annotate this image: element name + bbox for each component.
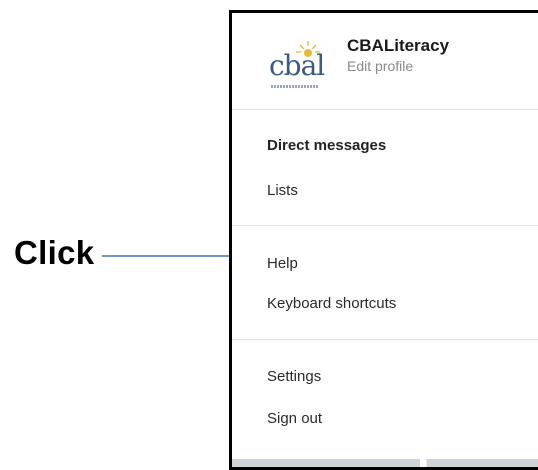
cbal-logo: cbal [269, 40, 341, 98]
menu-item-direct-messages[interactable]: Direct messages [267, 137, 386, 154]
background-strip [232, 459, 538, 467]
user-dropdown-menu: cbal CBALiteracy Edit profile Direct mes… [229, 10, 538, 470]
annotation-arrow-icon [102, 248, 243, 264]
menu-item-settings[interactable]: Settings [267, 368, 321, 385]
profile-name: CBALiteracy [347, 36, 450, 55]
logo-tagline [271, 85, 319, 88]
menu-item-sign-out[interactable]: Sign out [267, 410, 322, 427]
menu-item-lists[interactable]: Lists [267, 182, 298, 199]
menu-divider [232, 339, 538, 340]
edit-profile-link[interactable]: Edit profile [347, 58, 413, 74]
menu-item-keyboard-shortcuts[interactable]: Keyboard shortcuts [267, 295, 396, 312]
menu-divider [232, 109, 538, 110]
logo-wordmark: cbal [269, 49, 325, 82]
menu-item-help[interactable]: Help [267, 255, 298, 272]
annotation-click-label: Click [14, 234, 95, 271]
profile-header[interactable]: cbal CBALiteracy Edit profile [232, 13, 538, 109]
menu-divider [232, 225, 538, 226]
